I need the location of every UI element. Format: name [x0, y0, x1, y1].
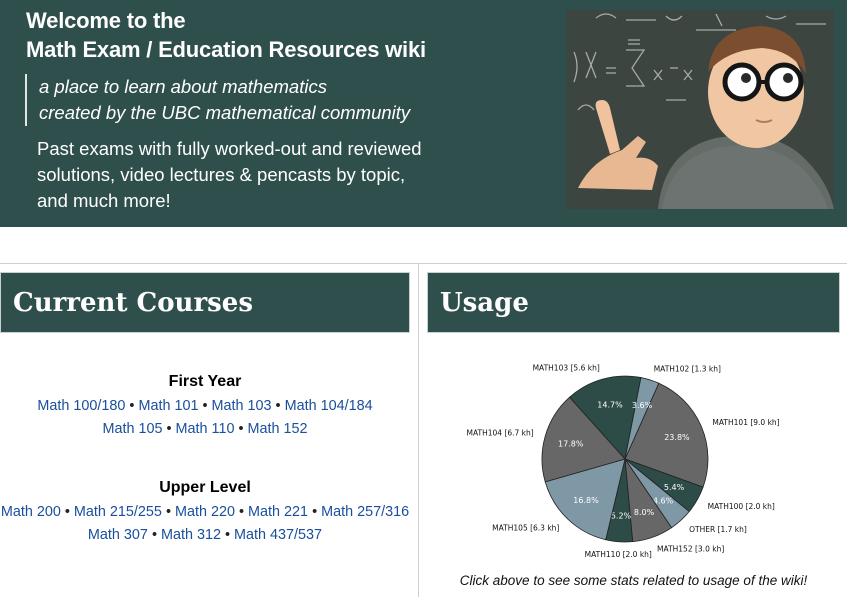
upper-level-links: Math 200 • Math 215/255 • Math 220 • Mat… [0, 501, 410, 547]
pie-pct-label: 5.2% [611, 511, 632, 520]
course-link-math-220[interactable]: Math 220 [175, 504, 235, 520]
tagline-line-2: created by the UBC mathematical communit… [39, 102, 411, 123]
blurb-line-2: solutions, video lectures & pencasts by … [37, 164, 406, 185]
pie-pct-label: 17.8% [558, 439, 584, 448]
pie-pct-label: 3.6% [632, 401, 653, 410]
banner-photo [566, 10, 834, 209]
course-link-math-307[interactable]: Math 307 [88, 527, 148, 543]
banner-description: Past exams with fully worked-out and rev… [37, 136, 467, 214]
course-link-math-257-316[interactable]: Math 257/316 [321, 504, 409, 520]
course-link-math-105[interactable]: Math 105 [102, 421, 162, 437]
pie-slice-label: MATH101 [9.0 kh] [712, 418, 779, 427]
pie-slice-label: MATH110 [2.0 kh] [585, 550, 652, 559]
pie-slice-label: MATH102 [1.3 kh] [654, 364, 721, 373]
first-year-heading: First Year [168, 373, 242, 390]
pie-slice-label: MATH100 [2.0 kh] [708, 502, 775, 511]
usage-heading: Usage [427, 272, 840, 333]
pie-slice-label: MATH152 [3.0 kh] [657, 544, 724, 553]
course-link-math-110[interactable]: Math 110 [176, 421, 235, 437]
usage-pie-chart[interactable]: 23.8% MATH101 [9.0 kh] 5.4% MATH100 [2.0 kh… [459, 356, 809, 566]
usage-caption: Click above to see some stats related to… [459, 573, 808, 588]
pie-slice-label: MATH104 [6.7 kh] [466, 429, 533, 438]
page-title: Welcome to the Math Exam / Education Res… [26, 6, 426, 64]
upper-level-row-1: Math 200 • Math 215/255 • Math 220 • Mat… [0, 504, 410, 520]
pie-slice-label: MATH105 [6.3 kh] [492, 524, 559, 533]
blurb-line-1: Past exams with fully worked-out and rev… [37, 138, 422, 159]
blurb-line-3: and much more! [37, 190, 171, 211]
course-link-math-103[interactable]: Math 103 [212, 398, 272, 414]
title-line-1: Welcome to the [26, 8, 186, 33]
pie-pct-label: 5.4% [664, 483, 685, 492]
welcome-banner: Welcome to the Math Exam / Education Res… [0, 0, 847, 227]
course-link-math-215-255[interactable]: Math 215/255 [74, 504, 162, 520]
title-line-2: Math Exam / Education Resources wiki [26, 37, 426, 62]
course-link-math-104-184[interactable]: Math 104/184 [285, 398, 373, 414]
pie-pct-label: 23.8% [664, 433, 690, 442]
course-link-math-100-180[interactable]: Math 100/180 [37, 398, 125, 414]
first-year-row-1: Math 100/180 • Math 101 • Math 103 • Mat… [37, 398, 373, 414]
upper-level-heading: Upper Level [159, 479, 251, 496]
course-link-math-312[interactable]: Math 312 [161, 527, 221, 543]
pie-pct-label: 16.8% [573, 496, 599, 505]
first-year-row-2: Math 105 • Math 110 • Math 152 [102, 421, 308, 437]
section-divider [0, 263, 847, 264]
pie-pct-label: 8.0% [634, 508, 655, 517]
course-link-math-221[interactable]: Math 221 [248, 504, 308, 520]
usage-pie-svg[interactable]: 23.8% MATH101 [9.0 kh] 5.4% MATH100 [2.0 kh… [459, 356, 809, 566]
current-courses-heading: Current Courses [0, 272, 410, 333]
tagline-line-1: a place to learn about mathematics [39, 76, 327, 97]
course-link-math-101[interactable]: Math 101 [138, 398, 198, 414]
course-link-math-152[interactable]: Math 152 [248, 421, 308, 437]
boy-with-glasses-image [566, 10, 834, 209]
upper-level-row-2: Math 307 • Math 312 • Math 437/537 [87, 527, 323, 543]
course-link-math-200[interactable]: Math 200 [1, 504, 61, 520]
course-link-math-437-537[interactable]: Math 437/537 [234, 527, 322, 543]
column-divider [418, 264, 419, 597]
first-year-links: Math 100/180 • Math 101 • Math 103 • Mat… [0, 395, 410, 441]
tagline: a place to learn about mathematics creat… [25, 74, 410, 126]
pie-slice-label: MATH103 [5.6 kh] [533, 363, 600, 372]
pie-slice-label: OTHER [1.7 kh] [689, 525, 747, 534]
pie-pct-label: 14.7% [597, 401, 623, 410]
